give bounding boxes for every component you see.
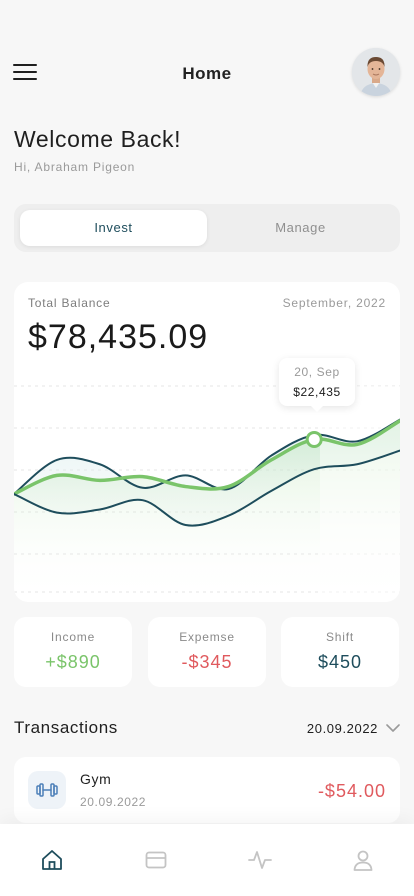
header: Home xyxy=(0,44,414,100)
dumbbell-icon xyxy=(28,771,66,809)
transaction-date: 20.09.2022 xyxy=(80,795,147,809)
nav-activity[interactable] xyxy=(248,848,272,872)
card-icon xyxy=(145,851,167,869)
shift-label: Shift xyxy=(325,630,354,644)
nav-home[interactable] xyxy=(40,848,64,872)
bottom-nav xyxy=(0,824,414,896)
shift-card[interactable]: Shift $450 xyxy=(281,617,399,687)
income-label: Income xyxy=(50,630,96,644)
chart-tooltip: 20, Sep $22,435 xyxy=(279,358,355,412)
tooltip-value: $22,435 xyxy=(293,385,341,399)
balance-card: Total Balance September, 2022 $78,435.09… xyxy=(14,282,400,602)
income-value: +$890 xyxy=(45,652,101,672)
expense-value: -$345 xyxy=(181,652,233,672)
avatar[interactable] xyxy=(352,48,400,96)
activity-icon xyxy=(248,851,272,869)
chart-future-mask xyxy=(320,386,400,602)
transaction-amount: -$54.00 xyxy=(317,781,386,801)
profile-icon xyxy=(353,850,373,871)
transactions-date-filter[interactable]: 20.09.2022 xyxy=(307,718,400,738)
filter-date: 20.09.2022 xyxy=(306,720,378,736)
balance-label: Total Balance xyxy=(28,296,111,310)
income-card[interactable]: Income +$890 xyxy=(14,617,132,687)
nav-profile[interactable] xyxy=(351,848,375,872)
nav-cards[interactable] xyxy=(144,848,168,872)
chevron-down-icon xyxy=(386,724,400,732)
expense-label: Expemse xyxy=(179,630,235,644)
view-toggle: Invest Manage xyxy=(14,204,400,252)
transaction-item[interactable]: Gym 20.09.2022 -$54.00 xyxy=(14,757,400,823)
avatar-image xyxy=(352,48,400,96)
home-icon xyxy=(42,850,62,870)
transactions-title: Transactions xyxy=(14,718,118,737)
expense-card[interactable]: Expemse -$345 xyxy=(148,617,266,687)
tab-invest[interactable]: Invest xyxy=(20,210,207,246)
shift-value: $450 xyxy=(317,652,363,672)
tab-manage[interactable]: Manage xyxy=(207,210,394,246)
chart-highlight-point[interactable] xyxy=(305,430,323,448)
transaction-name: Gym xyxy=(80,771,112,787)
greeting-text: Hi, Abraham Pigeon xyxy=(14,160,136,174)
balance-period[interactable]: September, 2022 xyxy=(283,296,386,310)
welcome-title: Welcome Back! xyxy=(14,126,182,152)
tooltip-date: 20, Sep xyxy=(294,365,340,379)
